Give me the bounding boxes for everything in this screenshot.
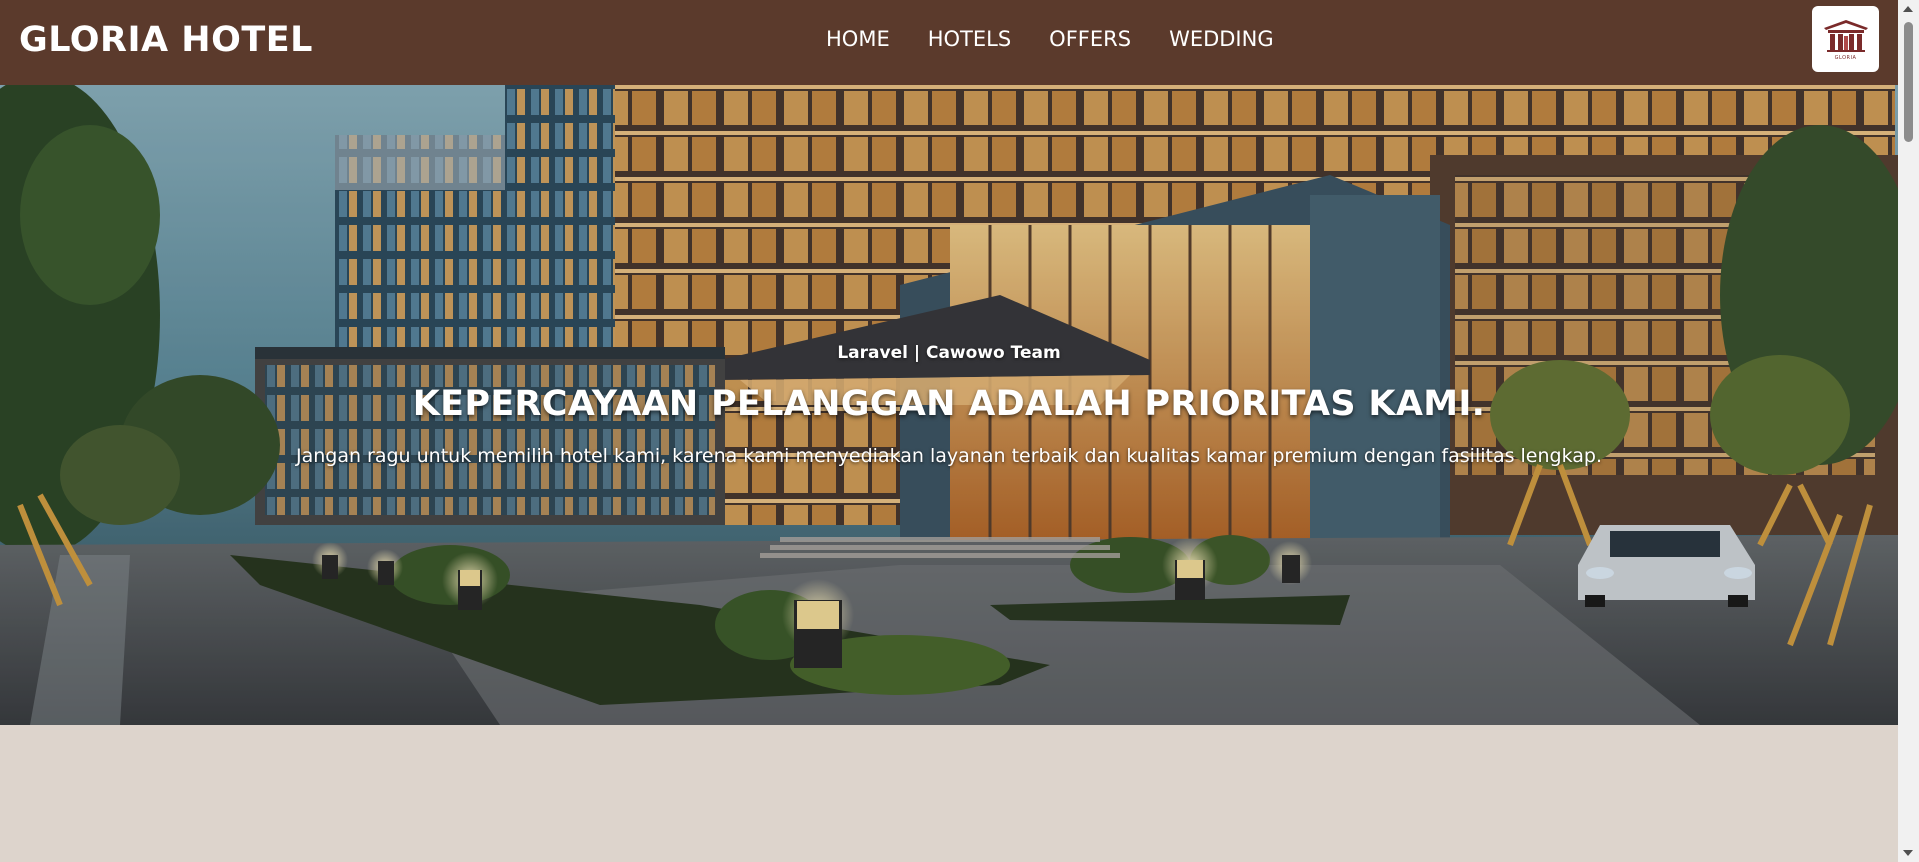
nav-wedding-link[interactable]: WEDDING (1169, 26, 1274, 52)
brand-title[interactable]: GLORIA HOTEL (19, 18, 313, 62)
scroll-down-arrow-icon[interactable] (1903, 850, 1913, 856)
hero-banner: Laravel | Cawowo Team KEPERCAYAAN PELANG… (0, 85, 1898, 725)
hotel-building-icon (1823, 19, 1868, 52)
hero-text-block: Laravel | Cawowo Team KEPERCAYAAN PELANG… (0, 85, 1898, 725)
scroll-thumb[interactable] (1904, 22, 1913, 142)
hero-subtitle: Jangan ragu untuk memilih hotel kami, ka… (295, 445, 1603, 467)
hero-kicker: Laravel | Cawowo Team (837, 343, 1061, 363)
scroll-up-arrow-icon[interactable] (1903, 6, 1913, 12)
page: GLORIA HOTEL HOME HOTELS OFFERS WEDDING … (0, 0, 1919, 862)
vertical-scrollbar[interactable] (1898, 0, 1919, 862)
hotel-logo-button[interactable]: GLORIA (1812, 6, 1879, 72)
main-nav: HOME HOTELS OFFERS WEDDING (826, 26, 1312, 52)
nav-home-link[interactable]: HOME (826, 26, 890, 52)
hero-title: KEPERCAYAAN PELANGGAN ADALAH PRIORITAS K… (412, 384, 1486, 424)
nav-offers-link[interactable]: OFFERS (1049, 26, 1131, 52)
content-area (0, 725, 1898, 862)
logo-wordmark: GLORIA (1834, 54, 1857, 61)
navbar: GLORIA HOTEL HOME HOTELS OFFERS WEDDING … (0, 0, 1898, 85)
nav-hotels-link[interactable]: HOTELS (928, 26, 1011, 52)
